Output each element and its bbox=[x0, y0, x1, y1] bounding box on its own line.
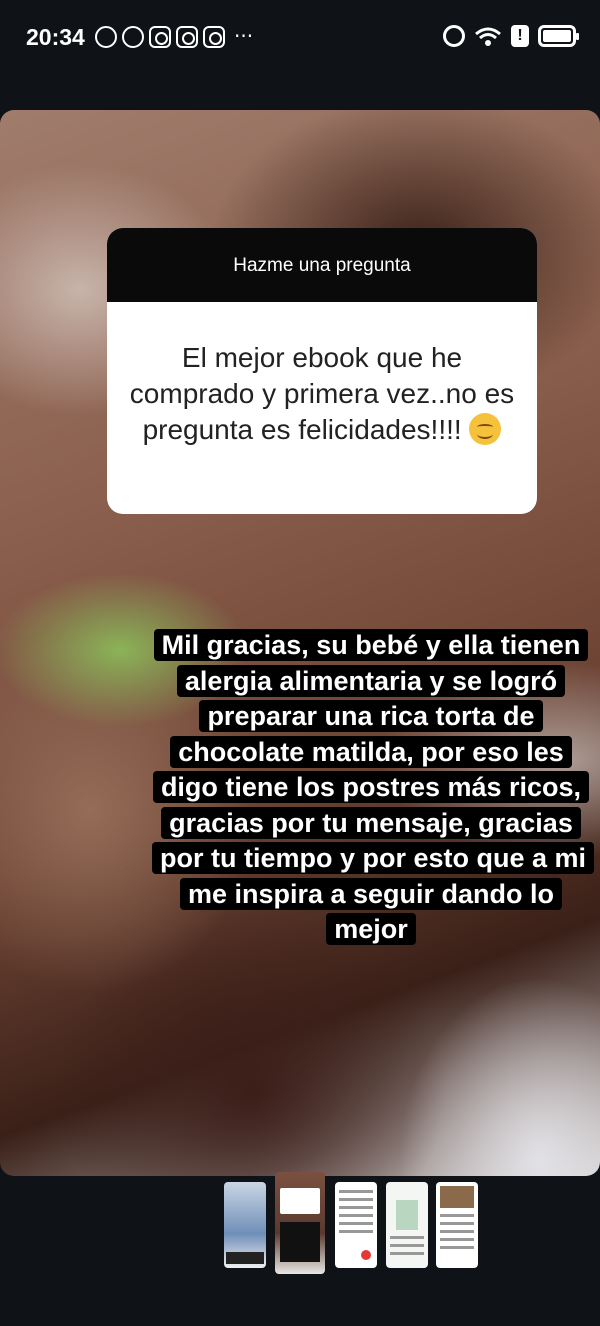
instagram-icon bbox=[176, 26, 198, 48]
bottom-bar bbox=[0, 1282, 600, 1326]
question-sticker-header: Hazme una pregunta bbox=[107, 228, 537, 302]
answer-caption-text: Mil gracias, su bebé y ella tienen alerg… bbox=[152, 629, 595, 945]
story-thumb-1[interactable] bbox=[224, 1182, 266, 1268]
alert-icon: ! bbox=[511, 25, 529, 47]
story-thumb-3[interactable] bbox=[335, 1182, 377, 1268]
clock-time: 20:34 bbox=[26, 24, 85, 50]
status-bar: 20:34 ··· ! bbox=[0, 0, 600, 80]
notification-icons: ··· bbox=[95, 26, 253, 48]
instagram-icon bbox=[203, 26, 225, 48]
battery-icon bbox=[538, 25, 579, 47]
question-sticker-body: El mejor ebook que he comprado y primera… bbox=[107, 302, 537, 448]
heart-icon bbox=[361, 1250, 371, 1260]
more-notifications-icon: ··· bbox=[234, 24, 254, 48]
story-thumb-2[interactable] bbox=[275, 1172, 325, 1274]
instagram-icon bbox=[149, 26, 171, 48]
answer-caption: Mil gracias, su bebé y ella tienen alerg… bbox=[152, 628, 595, 948]
wifi-icon bbox=[475, 27, 501, 46]
question-sticker: Hazme una pregunta El mejor ebook que he… bbox=[107, 228, 537, 514]
whatsapp-icon bbox=[95, 26, 117, 48]
smiling-face-emoji-icon bbox=[469, 413, 502, 445]
system-icons: ! bbox=[443, 25, 579, 47]
story-thumb-4[interactable] bbox=[386, 1182, 428, 1268]
whatsapp-icon bbox=[122, 26, 144, 48]
story-thumb-5[interactable] bbox=[436, 1182, 478, 1268]
alarm-icon bbox=[443, 25, 465, 47]
question-text: El mejor ebook que he comprado y primera… bbox=[129, 342, 515, 445]
